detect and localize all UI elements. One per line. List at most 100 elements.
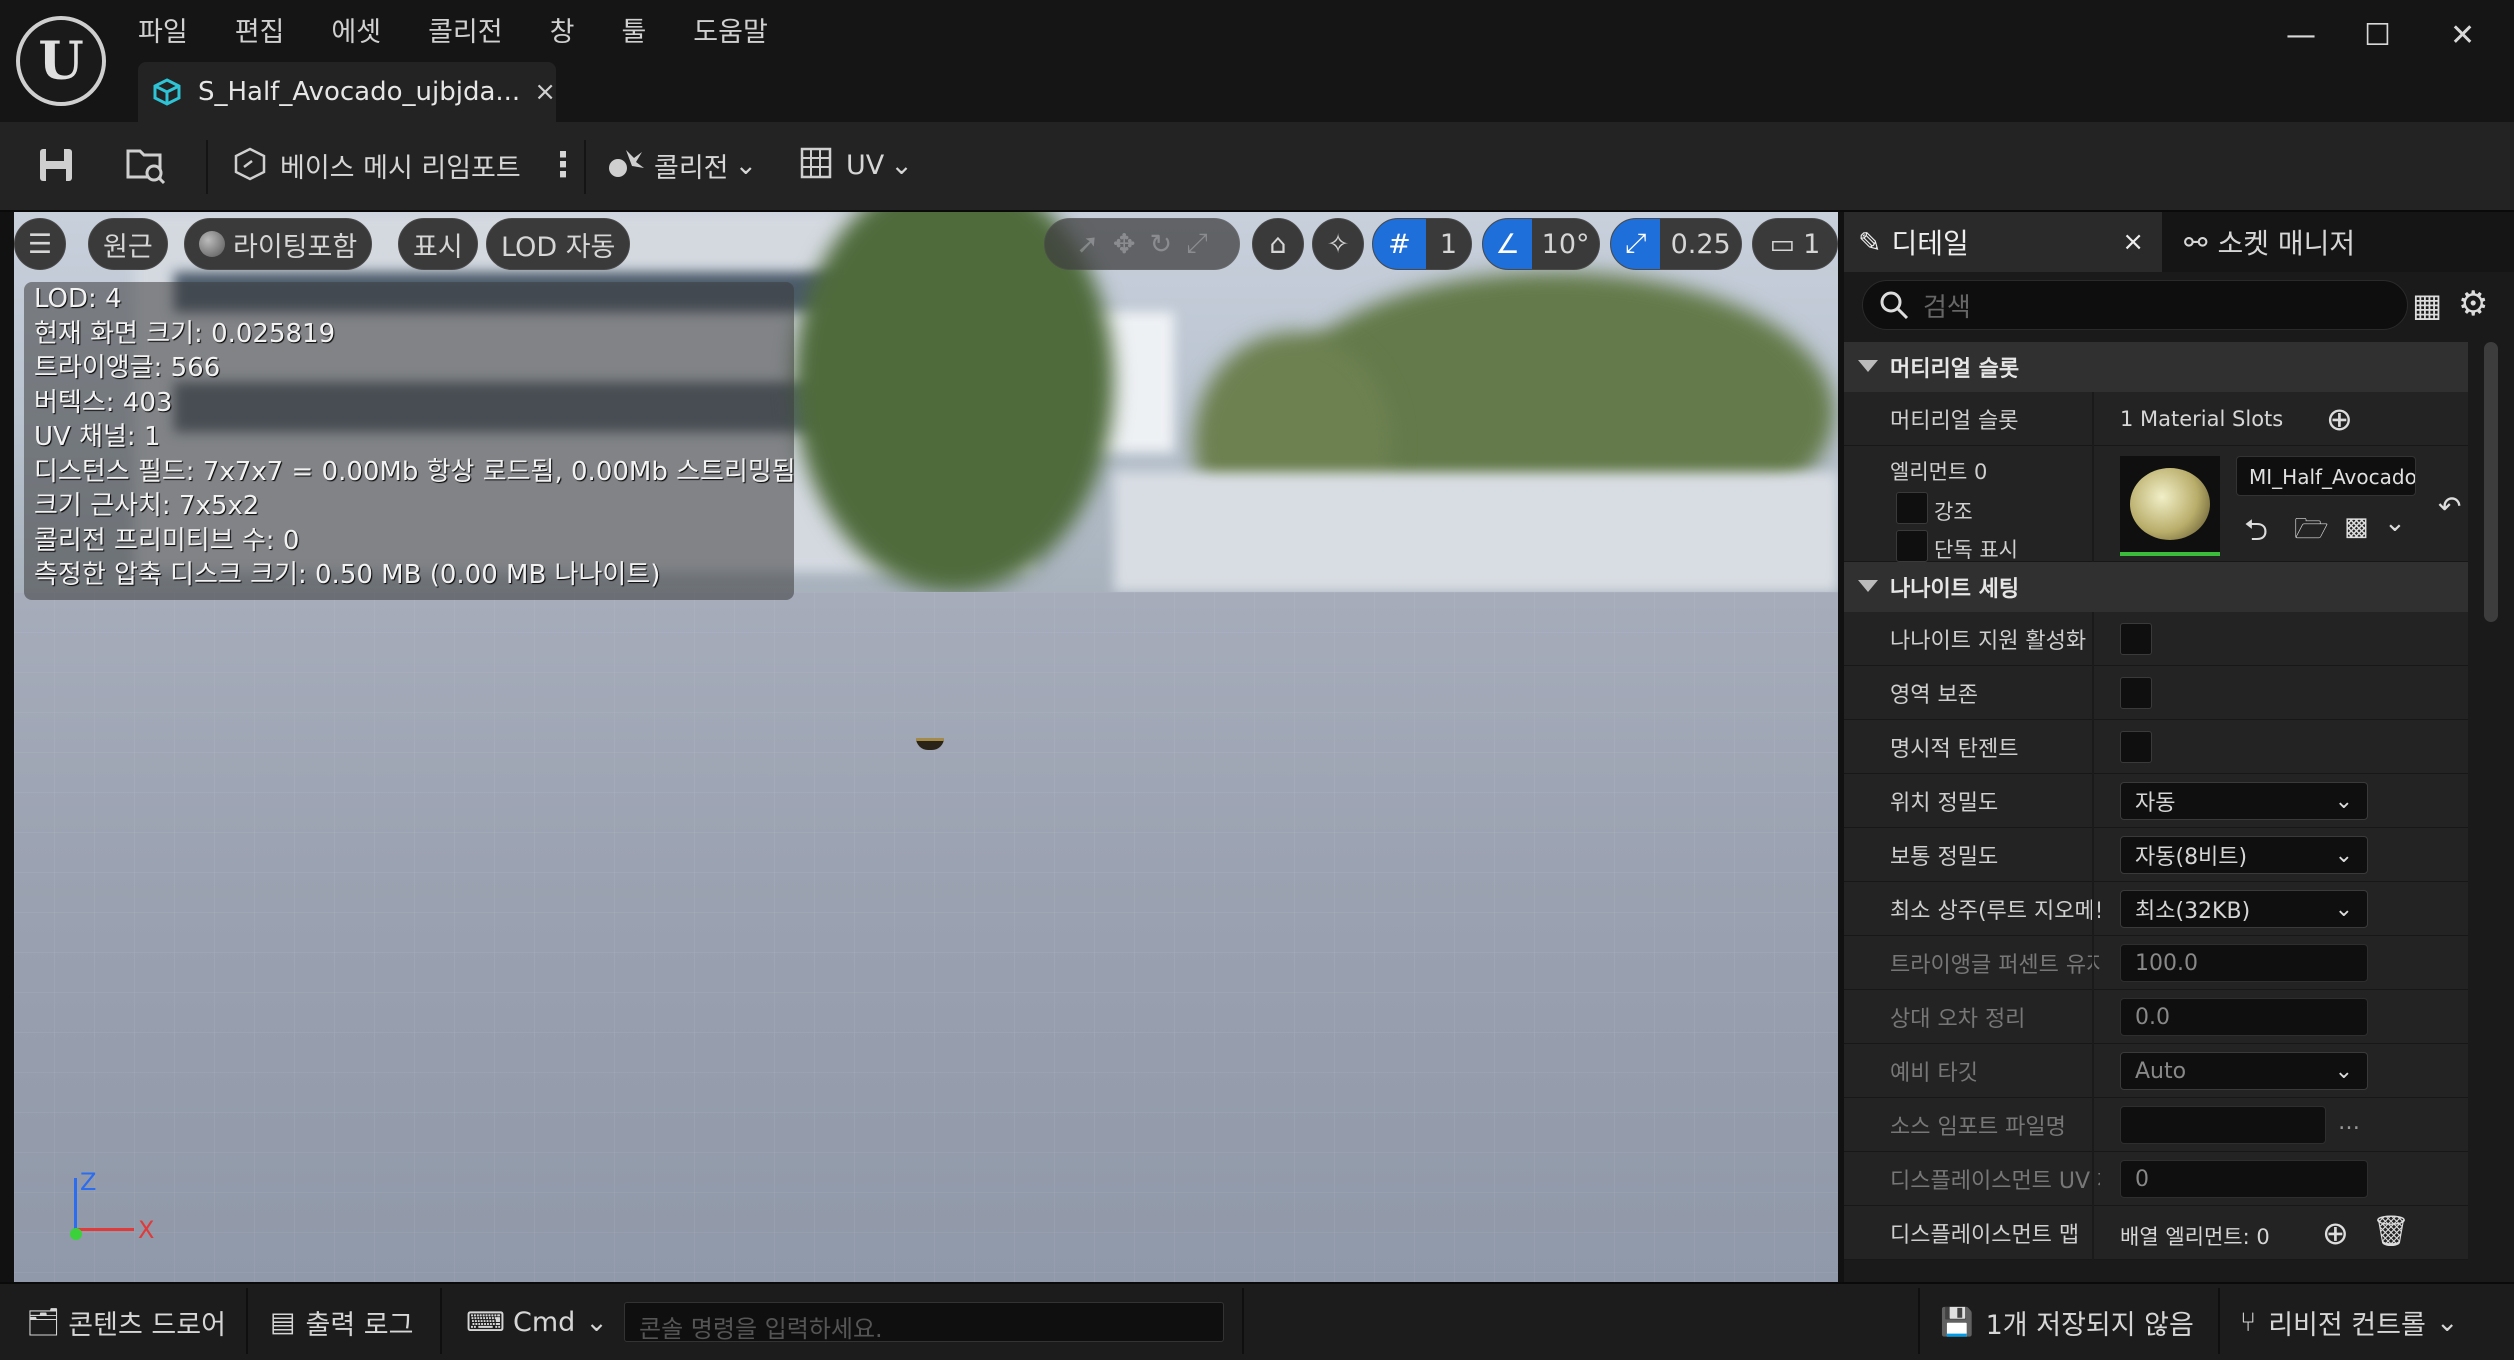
material-thumbnail[interactable] <box>2120 456 2220 556</box>
browse-ellipsis-icon[interactable]: … <box>2338 1110 2360 1135</box>
menu-edit[interactable]: 편집 <box>235 10 285 54</box>
preserve-area-checkbox[interactable] <box>2120 677 2152 709</box>
reset-arrow-icon[interactable]: ↶ <box>2438 490 2461 523</box>
fallback-target-dropdown[interactable]: Auto ⌄ <box>2120 1052 2368 1090</box>
rotate-icon[interactable]: ↻ <box>1150 229 1173 260</box>
asset-tab[interactable]: S_Half_Avocado_ujbjda... × <box>138 62 556 122</box>
keep-triangle-percent-field[interactable]: 100.0 <box>2120 944 2368 982</box>
collapse-triangle-icon <box>1858 580 1878 592</box>
perspective-button[interactable]: 원근 <box>88 218 168 270</box>
menu-help[interactable]: 도움말 <box>693 10 768 54</box>
row-divider <box>2092 666 2094 720</box>
move-icon[interactable]: ✥ <box>1113 229 1136 260</box>
add-element-icon[interactable]: ⊕ <box>2322 1214 2349 1252</box>
menu-tools[interactable]: 툴 <box>621 10 646 54</box>
scale-snap-group[interactable]: ⤢ 0.25 <box>1610 218 1742 270</box>
viewport[interactable]: ☰ 원근 라이팅포함 표시 LOD 자동 ➚ ✥ ↻ ⤢ ⌂ ✧ # 1 ∠ 1… <box>14 212 1838 1282</box>
nanite-enable-checkbox[interactable] <box>2120 623 2152 655</box>
row-divider <box>2092 612 2094 666</box>
tab-socket-manager[interactable]: ⚯ 소켓 매니저 <box>2184 220 2355 264</box>
snap-options-icon[interactable]: ✧ <box>1312 218 1364 270</box>
output-log-button[interactable]: ▤ 출력 로그 <box>270 1300 413 1344</box>
transform-tools-group[interactable]: ➚ ✥ ↻ ⤢ <box>1044 218 1240 270</box>
settings-gear-icon[interactable]: ⚙ <box>2458 284 2488 324</box>
menu-collision[interactable]: 콜리전 <box>428 10 503 54</box>
source-import-filename-field[interactable] <box>2120 1106 2326 1144</box>
unreal-logo-icon[interactable]: U <box>16 16 106 106</box>
explicit-tangents-row: 명시적 탄젠트 <box>1844 720 2468 774</box>
unsaved-assets-button[interactable]: 💾 1개 저장되지 않음 <box>1940 1300 2194 1344</box>
angle-snap-icon[interactable]: ∠ <box>1483 219 1533 269</box>
camera-speed-group[interactable]: ▭ 1 <box>1752 218 1838 270</box>
content-drawer-icon: 🗂 <box>26 1307 61 1338</box>
menu-bar: 파일 편집 에셋 콜리전 창 툴 도움말 <box>138 10 815 54</box>
section-material-slots[interactable]: 머티리얼 슬롯 <box>1844 342 2468 392</box>
section-nanite-settings[interactable]: 나나이트 세팅 <box>1844 562 2468 612</box>
chevron-down-icon[interactable]: ⌄ <box>2384 508 2406 538</box>
cmd-dropdown[interactable]: ⌨ Cmd ⌄ <box>466 1300 608 1344</box>
more-options-icon[interactable]: ⋮ <box>546 140 580 190</box>
uv-dropdown[interactable]: UV ⌄ <box>798 140 913 190</box>
terminal-icon: ⌨ <box>466 1306 505 1338</box>
tab-close-icon[interactable]: × <box>534 77 556 107</box>
menu-file[interactable]: 파일 <box>138 10 188 54</box>
content-drawer-button[interactable]: 🗂 콘텐츠 드로어 <box>26 1300 226 1344</box>
scale-snap-value[interactable]: 0.25 <box>1660 229 1741 260</box>
checker-icon[interactable]: ▩ <box>2344 512 2369 542</box>
trim-relative-error-field[interactable]: 0.0 <box>2120 998 2368 1036</box>
reimport-base-mesh-button[interactable]: 베이스 메시 리임포트 <box>230 140 521 190</box>
details-search-input[interactable]: 검색 <box>1862 280 2408 330</box>
displacement-maps-row: 디스플레이스먼트 맵 배열 엘리먼트: 0 ⊕ 🗑 <box>1844 1206 2468 1260</box>
tab-details[interactable]: ✎ 디테일 × <box>1844 212 2162 272</box>
browse-asset-button[interactable] <box>124 140 168 190</box>
select-arrow-icon[interactable]: ➚ <box>1076 229 1099 260</box>
maximize-button[interactable]: ☐ <box>2364 18 2391 53</box>
viewport-menu-button[interactable]: ☰ <box>14 218 66 270</box>
browse-folder-icon[interactable]: 🗁 <box>2294 508 2329 556</box>
scale-snap-icon[interactable]: ⤢ <box>1611 219 1661 269</box>
row-label: 나나이트 지원 활성화 <box>1890 629 2087 654</box>
use-selected-icon[interactable]: ⮌ <box>2244 508 2268 559</box>
angle-snap-group[interactable]: ∠ 10° <box>1482 218 1600 270</box>
lod-button[interactable]: LOD 자동 <box>486 218 631 270</box>
lighting-sphere-icon <box>199 231 225 257</box>
ground-grid <box>14 592 1838 1282</box>
menu-asset[interactable]: 에셋 <box>331 10 381 54</box>
save-button[interactable] <box>36 140 76 190</box>
lighting-mode-button[interactable]: 라이팅포함 <box>184 218 373 270</box>
highlight-checkbox[interactable] <box>1896 492 1928 524</box>
chevron-down-icon: ⌄ <box>2334 897 2353 922</box>
grid-snap-value[interactable]: 1 <box>1426 229 1471 260</box>
stat-collision-primitives: 콜리전 프리미티브 수: 0 <box>34 525 300 556</box>
console-command-input[interactable]: 콘솔 명령을 입력하세요. <box>624 1302 1224 1343</box>
scale-icon[interactable]: ⤢ <box>1186 228 1208 260</box>
status-separator <box>1242 1288 1244 1354</box>
grid-snap-icon[interactable]: # <box>1373 219 1426 269</box>
status-separator <box>1918 1288 1920 1354</box>
grid-snap-group[interactable]: # 1 <box>1372 218 1472 270</box>
min-residency-dropdown[interactable]: 최소(32KB) ⌄ <box>2120 890 2368 928</box>
menu-window[interactable]: 창 <box>550 10 575 54</box>
revision-control-button[interactable]: ⑂ 리비전 컨트롤 ⌄ <box>2240 1300 2458 1344</box>
show-button[interactable]: 표시 <box>398 218 478 270</box>
minimize-button[interactable]: — <box>2286 18 2316 53</box>
angle-snap-value[interactable]: 10° <box>1532 229 1599 260</box>
material-asset-picker[interactable]: MI_Half_Avocado <box>2236 456 2416 496</box>
close-window-button[interactable]: ✕ <box>2450 18 2475 53</box>
uv-grid-icon <box>800 147 832 179</box>
position-precision-dropdown[interactable]: 자동 ⌄ <box>2120 782 2368 820</box>
surface-snap-icon[interactable]: ⌂ <box>1252 218 1304 270</box>
add-material-slot-icon[interactable]: ⊕ <box>2326 400 2353 438</box>
details-scrollbar[interactable] <box>2484 342 2498 622</box>
details-tab-close-icon[interactable]: × <box>2122 227 2144 257</box>
normal-precision-dropdown[interactable]: 자동(8비트) ⌄ <box>2120 836 2368 874</box>
trash-icon[interactable]: 🗑 <box>2372 1214 2410 1249</box>
explicit-tangents-checkbox[interactable] <box>2120 731 2152 763</box>
displacement-uv-field[interactable]: 0 <box>2120 1160 2368 1198</box>
table-view-icon[interactable]: ▦ <box>2412 286 2442 324</box>
row-divider <box>2092 936 2094 990</box>
chevron-down-icon: ⌄ <box>734 149 758 181</box>
collision-dropdown[interactable]: 콜리전 ⌄ <box>604 140 757 190</box>
isolate-checkbox[interactable] <box>1896 530 1928 562</box>
source-import-filename-row: 소스 임포트 파일명 … <box>1844 1098 2468 1152</box>
